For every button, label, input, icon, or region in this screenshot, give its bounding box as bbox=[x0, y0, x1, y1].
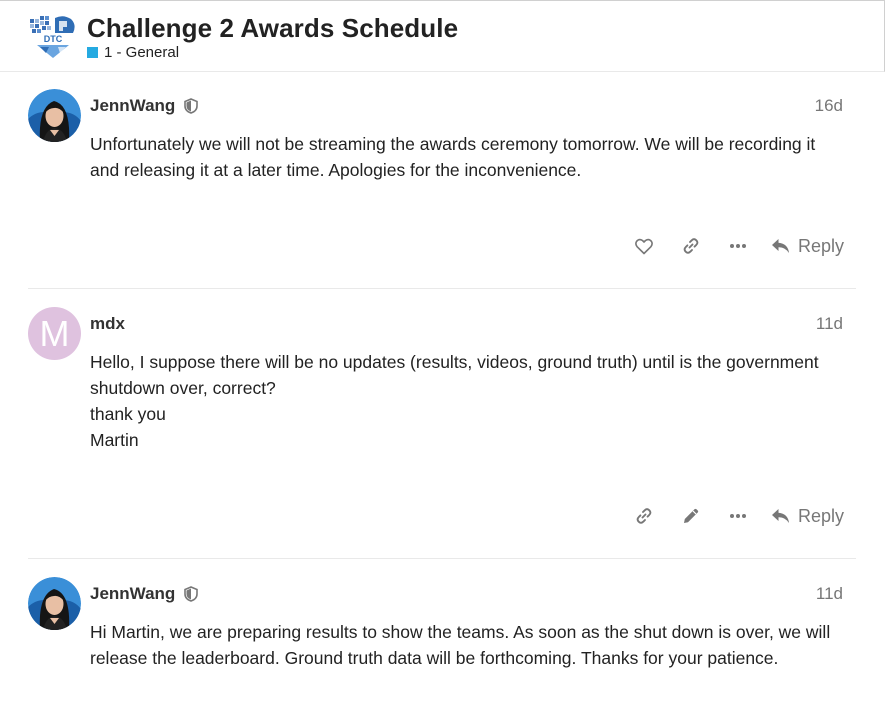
link-icon bbox=[684, 238, 699, 254]
reply-icon bbox=[771, 239, 789, 253]
more-icon bbox=[730, 244, 747, 248]
more-icon bbox=[730, 514, 747, 518]
share-link-button[interactable] bbox=[621, 501, 668, 531]
shield-icon bbox=[184, 98, 199, 114]
heart-icon bbox=[635, 238, 654, 254]
reply-button[interactable]: Reply bbox=[771, 236, 844, 257]
post: JennWang 11d Hi Martin, we are preparing… bbox=[0, 577, 885, 706]
pencil-icon bbox=[684, 508, 699, 523]
avatar[interactable] bbox=[28, 577, 81, 630]
post-divider bbox=[28, 558, 856, 559]
post-actions: Reply bbox=[621, 501, 844, 531]
username-text[interactable]: JennWang bbox=[90, 584, 175, 604]
topic-title[interactable]: Challenge 2 Awards Schedule bbox=[87, 13, 458, 44]
post-paragraph: Hi Martin, we are preparing results to s… bbox=[90, 622, 831, 668]
post-body: Hi Martin, we are preparing results to s… bbox=[90, 619, 840, 671]
avatar[interactable]: M bbox=[28, 307, 81, 360]
share-link-button[interactable] bbox=[668, 231, 715, 261]
more-actions-button[interactable] bbox=[715, 231, 762, 261]
post: M mdx 11d Hello, I suppose there will be… bbox=[0, 307, 885, 557]
post-actions: Reply bbox=[621, 231, 844, 261]
category-badge[interactable]: 1 - General bbox=[87, 44, 179, 61]
post: JennWang 16d Unfortunately we will not b… bbox=[0, 89, 885, 289]
reply-label: Reply bbox=[797, 235, 844, 256]
post-paragraph: Hello, I suppose there will be no update… bbox=[90, 352, 819, 398]
username[interactable]: JennWang bbox=[90, 584, 199, 604]
shield-icon bbox=[184, 586, 199, 602]
post-date[interactable]: 11d bbox=[816, 584, 843, 604]
username[interactable]: JennWang bbox=[90, 96, 199, 116]
topic-header: DTC Challenge 2 Awards Schedule 1 - Gene… bbox=[0, 0, 885, 72]
category-color-square bbox=[87, 47, 98, 58]
post-paragraph: Unfortunately we will not be streaming t… bbox=[90, 134, 816, 180]
post-date[interactable]: 11d bbox=[816, 314, 843, 334]
post-divider bbox=[28, 288, 856, 289]
logo-text: DTC bbox=[44, 34, 63, 44]
reply-icon bbox=[771, 509, 789, 523]
post-paragraph: Martin bbox=[90, 430, 139, 450]
avatar-letter: M bbox=[39, 312, 70, 354]
site-logo[interactable]: DTC bbox=[29, 15, 77, 59]
username-text[interactable]: mdx bbox=[90, 314, 125, 334]
username[interactable]: mdx bbox=[90, 314, 125, 334]
link-icon bbox=[637, 508, 652, 524]
post-date[interactable]: 16d bbox=[815, 96, 843, 116]
edit-button[interactable] bbox=[668, 501, 715, 531]
username-text[interactable]: JennWang bbox=[90, 96, 175, 116]
category-name: 1 - General bbox=[104, 44, 180, 61]
like-button[interactable] bbox=[621, 231, 668, 261]
post-body: Unfortunately we will not be streaming t… bbox=[90, 131, 840, 183]
post-body: Hello, I suppose there will be no update… bbox=[90, 349, 840, 453]
avatar[interactable] bbox=[28, 89, 81, 142]
more-actions-button[interactable] bbox=[715, 501, 762, 531]
reply-label: Reply bbox=[797, 505, 844, 526]
reply-button[interactable]: Reply bbox=[771, 506, 844, 527]
post-paragraph: thank you bbox=[90, 404, 166, 424]
